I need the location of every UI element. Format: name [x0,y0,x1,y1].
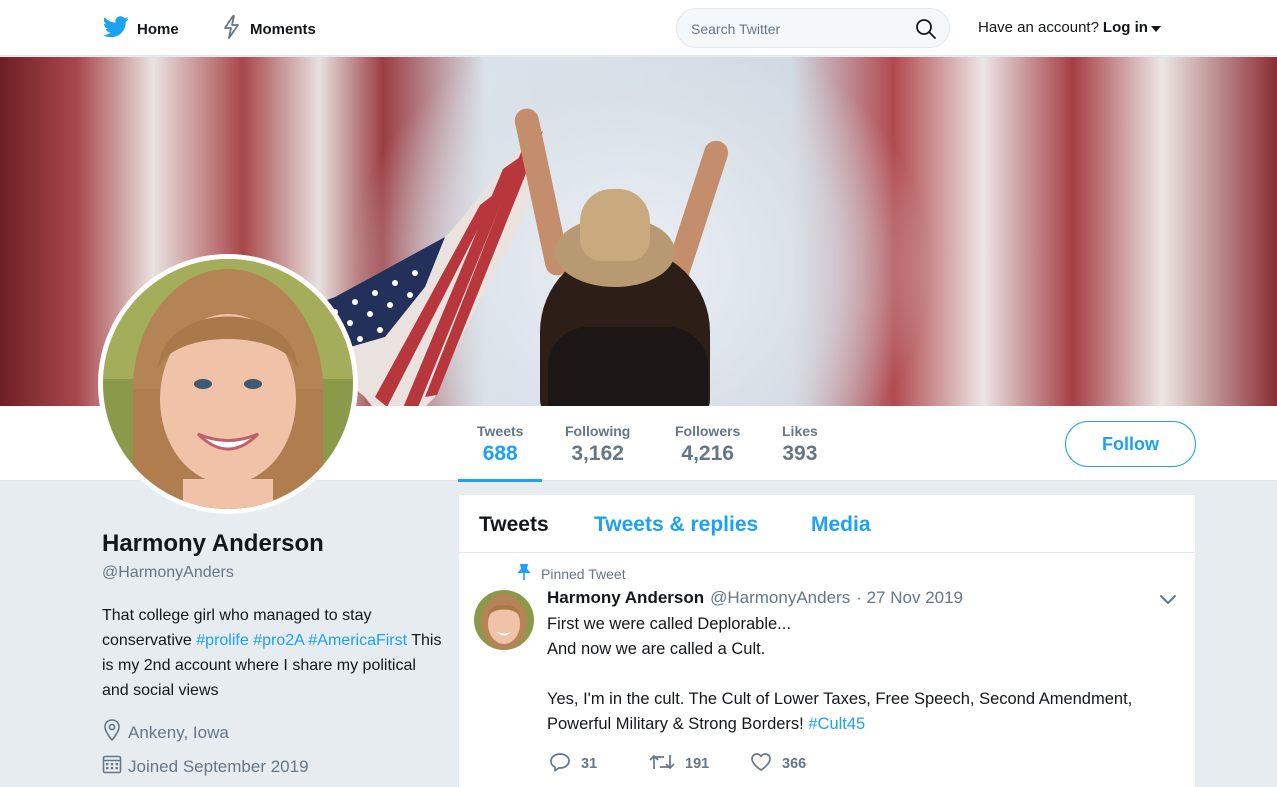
reply-button[interactable]: 31 [549,752,649,776]
stat-tweets-label: Tweets [477,423,524,439]
tweet-line: And now we are called a Cult. [547,640,766,658]
caret-down-icon [1150,19,1161,36]
tweet-line: First we were called Deplorable... [547,615,791,633]
tweet-text: First we were called Deplorable... And n… [547,612,1167,737]
bio-hashtag[interactable]: #pro2A [253,632,304,649]
lightning-icon [222,15,242,43]
stat-following[interactable]: Following 3,162 [565,423,630,466]
stat-following-value: 3,162 [571,442,624,465]
stat-likes[interactable]: Likes 393 [782,423,818,466]
search-icon[interactable] [915,18,937,45]
tweet-line: Yes, I'm in the cult. The Cult of Lower … [547,687,1167,737]
account-prompt: Have an account? [978,19,1099,36]
nav-moments[interactable]: Moments [222,14,316,44]
tab-tweets[interactable]: Tweets [479,513,549,537]
tweet-author-avatar[interactable] [474,590,534,650]
tweet-actions: 31 191 366 [549,752,806,776]
location-text: Ankeny, Iowa [128,722,229,742]
tweet-date[interactable]: · 27 Nov 2019 [856,588,963,608]
pin-icon [517,563,531,584]
search-input[interactable] [691,18,911,40]
banner-figure-body [548,327,708,406]
stat-tweets-value: 688 [482,442,518,465]
like-button[interactable]: 366 [750,752,806,776]
location-pin-icon [102,719,122,746]
retweet-button[interactable]: 191 [649,752,750,776]
stat-followers-value: 4,216 [681,442,734,465]
login-label: Log in [1102,19,1148,36]
stat-likes-value: 393 [782,442,818,465]
profile-name[interactable]: Harmony Anderson [102,530,324,558]
stat-following-label: Following [565,423,631,439]
search-box [676,8,950,48]
bio-hashtag[interactable]: #prolife [196,632,248,649]
nav-home[interactable]: Home [102,14,179,44]
stat-tweets[interactable]: Tweets 688 [457,423,544,482]
tweet-spacer [547,662,1167,687]
tab-media[interactable]: Media [811,513,871,537]
bio-hashtag[interactable]: #AmericaFirst [308,632,407,649]
stat-followers-label: Followers [675,423,741,439]
pinned-label: Pinned Tweet [541,565,626,582]
tweet-header: Harmony Anderson @HarmonyAnders · 27 Nov… [547,588,963,608]
nav-home-label: Home [137,20,179,38]
profile-location: Ankeny, Iowa [102,719,229,746]
tweet-author-handle[interactable]: @HarmonyAnders [710,588,850,608]
joined-text: Joined September 2019 [128,756,309,776]
twitter-bird-icon [102,16,129,42]
retweet-icon [649,752,675,776]
reply-count: 31 [581,756,598,772]
top-nav: Home Moments Have an account? Log in [0,0,1277,56]
banner-hat-crown [580,189,650,261]
pinned-indicator: Pinned Tweet [517,563,626,584]
timeline: Tweets Tweets & replies Media Pinned Twe… [459,495,1195,787]
profile-avatar[interactable] [98,254,358,514]
calendar-icon [102,754,122,779]
profile-joined: Joined September 2019 [102,754,309,779]
account-area: Have an account? Log in [978,19,1161,36]
nav-moments-label: Moments [250,20,316,38]
heart-icon [750,752,772,776]
chevron-down-icon[interactable] [1159,593,1177,611]
tweet-hashtag[interactable]: #Cult45 [808,715,865,733]
stat-likes-label: Likes [782,423,818,439]
follow-button[interactable]: Follow [1065,421,1196,467]
profile-bio: That college girl who managed to stay co… [102,603,442,703]
reply-icon [549,752,571,776]
login-link[interactable]: Log in [1103,19,1161,36]
like-count: 366 [782,756,807,772]
tweet-author-name[interactable]: Harmony Anderson [547,588,704,608]
retweet-count: 191 [685,756,710,772]
timeline-tabs: Tweets Tweets & replies Media [459,495,1195,553]
tab-tweets-replies[interactable]: Tweets & replies [594,513,758,537]
profile-handle[interactable]: @HarmonyAnders [102,564,234,582]
stat-followers[interactable]: Followers 4,216 [675,423,740,466]
